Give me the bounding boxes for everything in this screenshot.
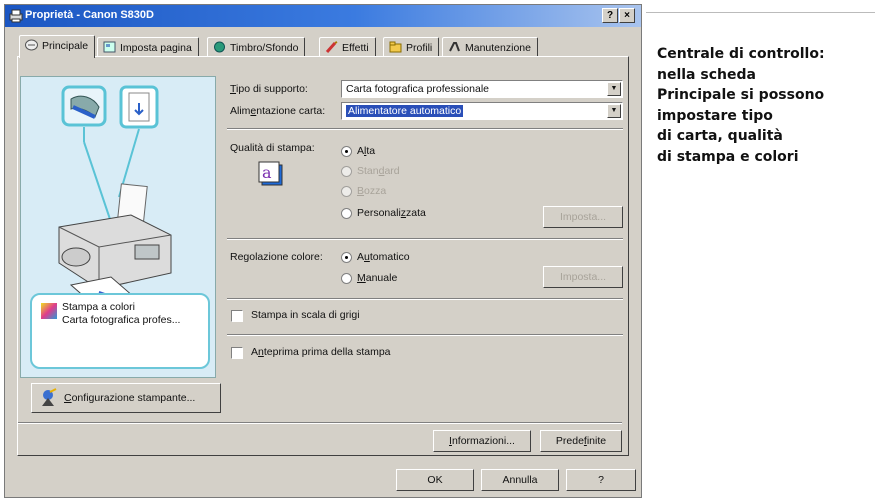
caption-line: nella scheda xyxy=(657,66,756,83)
ok-button[interactable]: OK xyxy=(396,469,474,491)
stamp-icon xyxy=(214,41,225,53)
tab-label: Manutenzione xyxy=(465,42,531,54)
layout-icon xyxy=(103,41,116,53)
tab-label: Imposta pagina xyxy=(120,42,192,54)
caption-line: Centrale di controllo: xyxy=(657,46,825,62)
tab-label: Effetti xyxy=(342,42,369,54)
caption-line: di carta, qualità xyxy=(657,128,783,144)
close-title-button[interactable]: × xyxy=(619,8,635,23)
page-icon xyxy=(25,39,38,51)
tab-label: Principale xyxy=(42,40,89,52)
title-bar[interactable]: Proprietà - Canon S830D ? × xyxy=(5,5,641,27)
tab-effetti[interactable]: Effetti xyxy=(319,37,376,57)
help-button[interactable]: ? xyxy=(566,469,636,491)
tab-principale[interactable]: Principale xyxy=(19,35,96,58)
tab-manutenzione[interactable]: Manutenzione xyxy=(442,37,538,57)
caption-line: impostare tipo xyxy=(657,107,773,124)
tools-icon xyxy=(449,42,460,52)
tab-timbro-sfondo[interactable]: Timbro/Sfondo xyxy=(207,37,306,57)
tab-imposta-pagina[interactable]: Imposta pagina xyxy=(97,37,199,57)
tab-panel xyxy=(17,56,629,456)
tab-profili[interactable]: Profili xyxy=(383,37,440,57)
properties-window: Proprietà - Canon S830D ? × Principale I… xyxy=(4,4,642,498)
caption-line: Principale si possono xyxy=(657,87,825,103)
tab-label: Timbro/Sfondo xyxy=(230,42,299,54)
cancel-button[interactable]: Annulla xyxy=(481,469,559,491)
help-title-button[interactable]: ? xyxy=(602,8,618,23)
caption-rule xyxy=(646,12,875,13)
printer-icon xyxy=(9,9,23,23)
folder-icon xyxy=(389,41,402,53)
window-title: Proprietà - Canon S830D xyxy=(25,9,154,21)
caption-line: di stampa e colori xyxy=(657,148,799,165)
caption: Centrale di controllo: nella scheda Prin… xyxy=(657,44,871,167)
tab-label: Profili xyxy=(406,42,433,54)
brush-icon xyxy=(325,41,338,53)
